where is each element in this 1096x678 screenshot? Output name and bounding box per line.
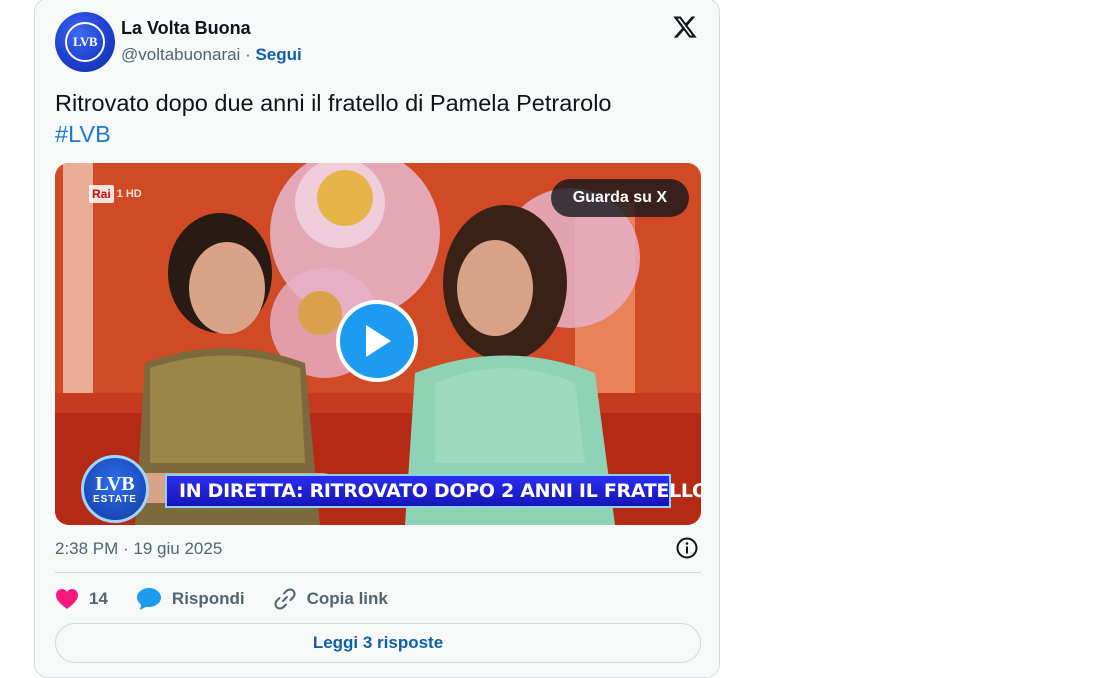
tweet-body: Ritrovato dopo due anni il fratello di P… xyxy=(55,90,612,116)
reply-button[interactable]: Rispondi xyxy=(136,587,245,611)
channel-number: 1 HD xyxy=(116,188,142,200)
channel-logo-text: Rai xyxy=(89,185,114,203)
tweet-timestamp[interactable]: 2:38 PM · 19 giu 2025 xyxy=(55,539,222,559)
info-icon[interactable] xyxy=(675,536,699,560)
follow-link[interactable]: Segui xyxy=(255,45,301,64)
heart-icon xyxy=(56,589,78,609)
video-player[interactable]: Rai 1 HD Guarda su X IN DIRETTA: RITROVA… xyxy=(55,163,701,525)
like-button[interactable]: 14 xyxy=(55,588,108,610)
author-handle[interactable]: @voltabuonarai xyxy=(121,45,240,64)
avatar-logo: LVB xyxy=(65,22,105,62)
play-icon xyxy=(366,325,391,357)
reply-label: Rispondi xyxy=(171,589,245,608)
author-name[interactable]: La Volta Buona xyxy=(121,18,251,39)
action-bar: 14 Rispondi Copia link xyxy=(55,586,416,612)
avatar[interactable]: LVB xyxy=(55,12,115,72)
show-logo-sub: ESTATE xyxy=(93,493,137,505)
play-button[interactable] xyxy=(336,300,418,382)
broadcast-banner: IN DIRETTA: RITROVATO DOPO 2 ANNI IL FRA… xyxy=(165,474,701,508)
watch-on-x-button[interactable]: Guarda su X xyxy=(550,179,689,217)
tweet-text: Ritrovato dopo due anni il fratello di P… xyxy=(55,88,705,150)
tweet-card: LVB La Volta Buona @voltabuonarai · Segu… xyxy=(34,0,720,678)
show-logo: LVB ESTATE xyxy=(81,455,149,523)
handle-separator: · xyxy=(240,45,256,64)
show-logo-main: LVB xyxy=(95,472,135,495)
copy-link-label: Copia link xyxy=(306,589,388,608)
divider xyxy=(55,572,701,573)
like-count: 14 xyxy=(89,589,108,608)
x-logo-icon[interactable] xyxy=(671,14,699,40)
copy-link-button[interactable]: Copia link xyxy=(273,587,388,611)
reply-bubble-icon xyxy=(136,588,161,610)
channel-logo: Rai 1 HD xyxy=(89,185,142,203)
read-replies-button[interactable]: Leggi 3 risposte xyxy=(55,623,701,663)
hashtag-link[interactable]: #LVB xyxy=(55,121,111,147)
author-handle-row: @voltabuonarai · Segui xyxy=(121,45,302,65)
link-icon xyxy=(274,588,296,610)
